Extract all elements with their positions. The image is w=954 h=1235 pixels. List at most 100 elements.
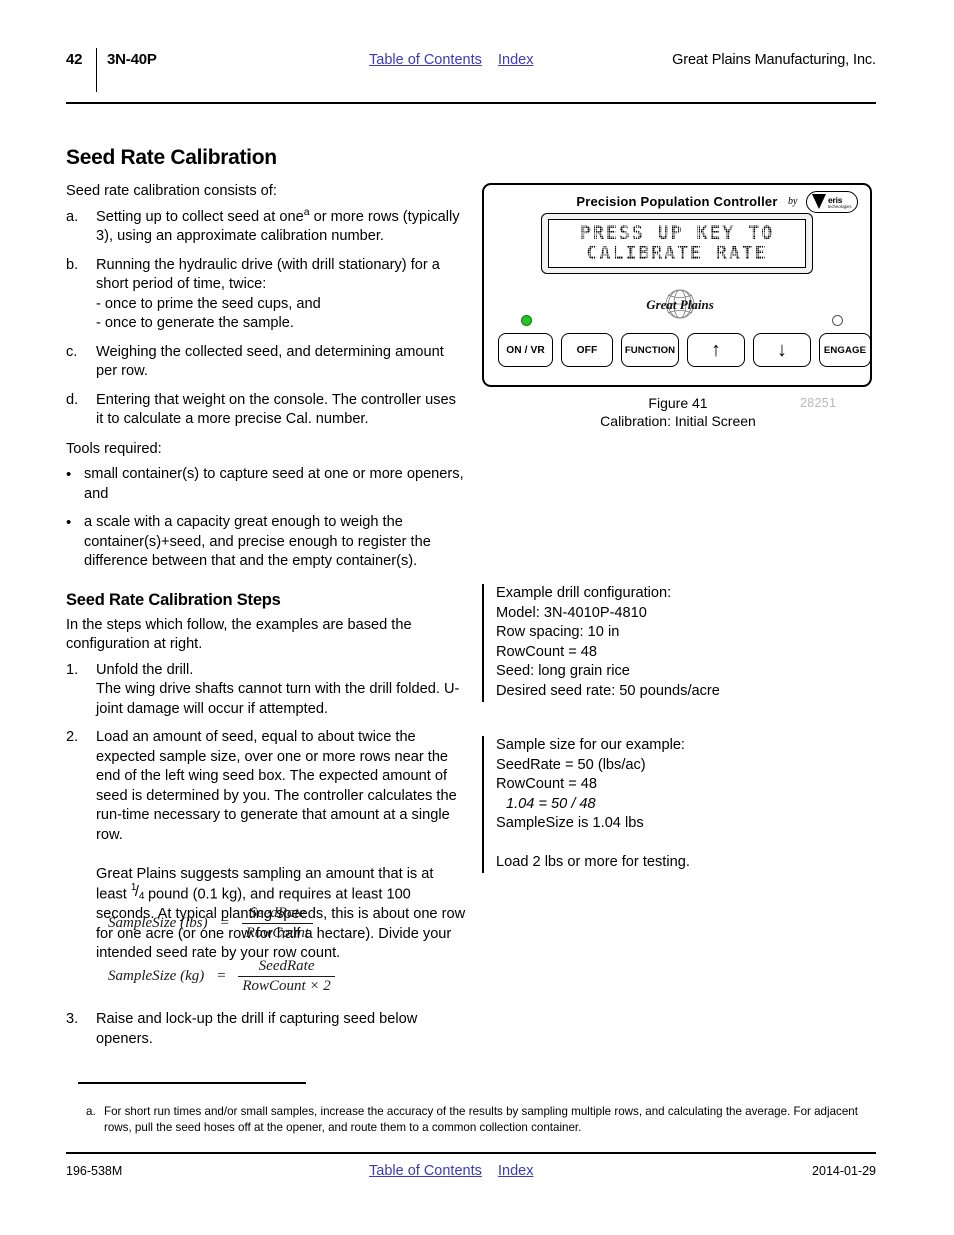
list-item-text: Running the hydraulic drive (with drill … [96, 256, 440, 293]
veris-logo: by eris technologies [788, 191, 860, 215]
footer-date: 2014-01-29 [812, 1164, 876, 1178]
header-index-link[interactable]: Index [498, 52, 533, 68]
footer-index-link[interactable]: Index [498, 1163, 533, 1179]
list-item-subline: - once to prime the seed cups, and [96, 295, 321, 312]
function-button-label: FUNCTION [624, 344, 676, 356]
list-item-text: a scale with a capacity great enough to … [84, 514, 431, 569]
intro-paragraph: Seed rate calibration consists of: [66, 183, 277, 199]
list-item-text: The wing drive shafts cannot turn with t… [96, 681, 460, 717]
footnote-marker: a. [86, 1105, 96, 1118]
veris-by-label: by [788, 196, 798, 207]
equation-numerator: SeedRate [249, 905, 306, 921]
equation-denominator: RowCount [245, 925, 310, 941]
controller-panel: Precision Population Controller by eris … [482, 183, 872, 387]
fraction-one-quarter: 1/4 [131, 882, 145, 902]
arrow-up-icon: ↑ [710, 339, 722, 361]
equation-fraction: SeedRate RowCount [241, 905, 314, 942]
list-item: c. Weighing the collected seed, and dete… [66, 343, 466, 382]
down-arrow-button[interactable]: ↓ [753, 333, 811, 367]
equation-equals-sign: = [216, 968, 227, 984]
lcd-line-2: CALIBRATE RATE [586, 243, 768, 264]
list-item: • a scale with a capacity great enough t… [66, 513, 466, 572]
equation-numerator: SeedRate [258, 958, 315, 974]
footer-table-of-contents-link[interactable]: Table of Contents [369, 1163, 482, 1179]
left-column: Seed Rate Calibration Seed rate calibrat… [66, 146, 466, 974]
equation-samplesize-kg: SampleSize (kg) = SeedRate RowCount × 2 [108, 958, 448, 995]
example-config-line: Example drill configuration: [496, 585, 672, 601]
equation-samplesize-lbs: SampleSize (lbs) = SeedRate RowCount [108, 905, 448, 942]
list-item: b. Running the hydraulic drive (with dri… [66, 256, 466, 334]
page-title: Seed Rate Calibration [66, 146, 277, 169]
veris-logo-badge: eris technologies [806, 191, 858, 213]
bullet-icon: • [66, 466, 72, 483]
engage-button[interactable]: ENGAGE [819, 333, 871, 367]
header-vertical-rule [96, 48, 97, 92]
equation-denominator: RowCount × 2 [242, 978, 331, 994]
equation-left-side: SampleSize (kg) [108, 968, 205, 984]
off-button-label: OFF [576, 344, 598, 356]
example-sample-line: RowCount = 48 [496, 776, 598, 793]
list-marker: a. [66, 208, 79, 225]
list-item-text-before: Setting up to collect seed at one [96, 208, 304, 225]
lcd-screen: PRESS UP KEY TO CALIBRATE RATE [548, 219, 806, 268]
engage-led-indicator [832, 315, 843, 326]
subsection-title: Seed Rate Calibration Steps [66, 590, 281, 609]
tools-list: • small container(s) to capture seed at … [66, 465, 466, 572]
example-config-line: Desired seed rate: 50 pounds/acre [496, 682, 720, 699]
page-footer: 196-538M Table of Contents Index 2014-01… [66, 1162, 876, 1186]
veris-tagline: technologies [828, 204, 852, 209]
footnote-separator-rule [78, 1082, 306, 1084]
example-config-line: Seed: long grain rice [496, 663, 630, 680]
tools-required-heading: Tools required: [66, 440, 162, 457]
veris-v-mark-icon [812, 194, 826, 209]
list-item-text: Weighing the collected seed, and determi… [96, 343, 444, 380]
function-button[interactable]: FUNCTION [621, 333, 679, 367]
example-sample-calculation: 1.04 = 50 / 48 [506, 795, 596, 812]
off-button[interactable]: OFF [561, 333, 613, 367]
page-number: 42 [66, 51, 83, 68]
bullet-icon: • [66, 514, 72, 531]
figure-controller: Precision Population Controller by eris … [482, 183, 874, 389]
great-plains-logo-svg: Great Plains [646, 289, 714, 319]
list-marker: b. [66, 256, 79, 273]
list-item: a. Setting up to collect seed at onea or… [66, 206, 466, 247]
header-company-name: Great Plains Manufacturing, Inc. [672, 52, 876, 68]
equation-fraction: SeedRate RowCount × 2 [238, 958, 335, 995]
footnote-text: For short run times and/or small samples… [104, 1105, 858, 1134]
example-sample-spacer [496, 834, 874, 853]
list-item-text: small container(s) to capture seed at on… [84, 466, 464, 502]
example-sample-size: Sample size for our example: SeedRate = … [482, 736, 874, 873]
example-config-line: Model: 3N-4010P-4810 [496, 604, 647, 621]
list-item-text: Raise and lock-up the drill if capturing… [96, 1011, 418, 1047]
example-sample-line: Load 2 lbs or more for testing. [496, 853, 690, 870]
equation-equals-sign: = [219, 915, 230, 931]
example-sample-line: Sample size for our example: [496, 737, 685, 753]
up-arrow-button[interactable]: ↑ [687, 333, 745, 367]
example-sample-line: SeedRate = 50 (lbs/ac) [496, 756, 646, 773]
example-config-line: Row spacing: 10 in [496, 624, 620, 641]
list-marker: d. [66, 391, 79, 408]
page-header: 42 3N-40P Table of Contents Index Great … [66, 48, 876, 96]
figure-caption-text: Calibration: Initial Screen [600, 413, 756, 429]
list-item: d. Entering that weight on the console. … [66, 391, 466, 430]
on-vr-button[interactable]: ON / VR [498, 333, 553, 367]
arrow-down-icon: ↓ [776, 339, 788, 361]
svg-text:Great Plains: Great Plains [646, 297, 714, 312]
footnote: a. For short run times and/or small samp… [86, 1104, 876, 1135]
power-led-indicator [521, 315, 532, 326]
example-config-line: RowCount = 48 [496, 643, 598, 660]
engage-button-label: ENGAGE [823, 344, 867, 356]
header-table-of-contents-link[interactable]: Table of Contents [369, 52, 482, 68]
steps-intro-paragraph: In the steps which follow, the examples … [66, 616, 412, 653]
list-marker: 2. [66, 729, 79, 745]
list-item: • small container(s) to capture seed at … [66, 465, 466, 504]
header-links: Table of Contents Index [369, 52, 533, 68]
lcd-bezel: PRESS UP KEY TO CALIBRATE RATE [541, 213, 813, 274]
header-model-name: 3N-40P [107, 51, 157, 68]
list-marker: c. [66, 343, 78, 360]
lcd-line-1: PRESS UP KEY TO [579, 223, 775, 244]
list-item-text: Entering that weight on the console. The… [96, 391, 456, 428]
example-sample-line: SampleSize is 1.04 lbs [496, 815, 644, 832]
figure-id-number: 28251 [800, 396, 837, 410]
numbered-step-3: 3. Raise and lock-up the drill if captur… [66, 1010, 466, 1049]
